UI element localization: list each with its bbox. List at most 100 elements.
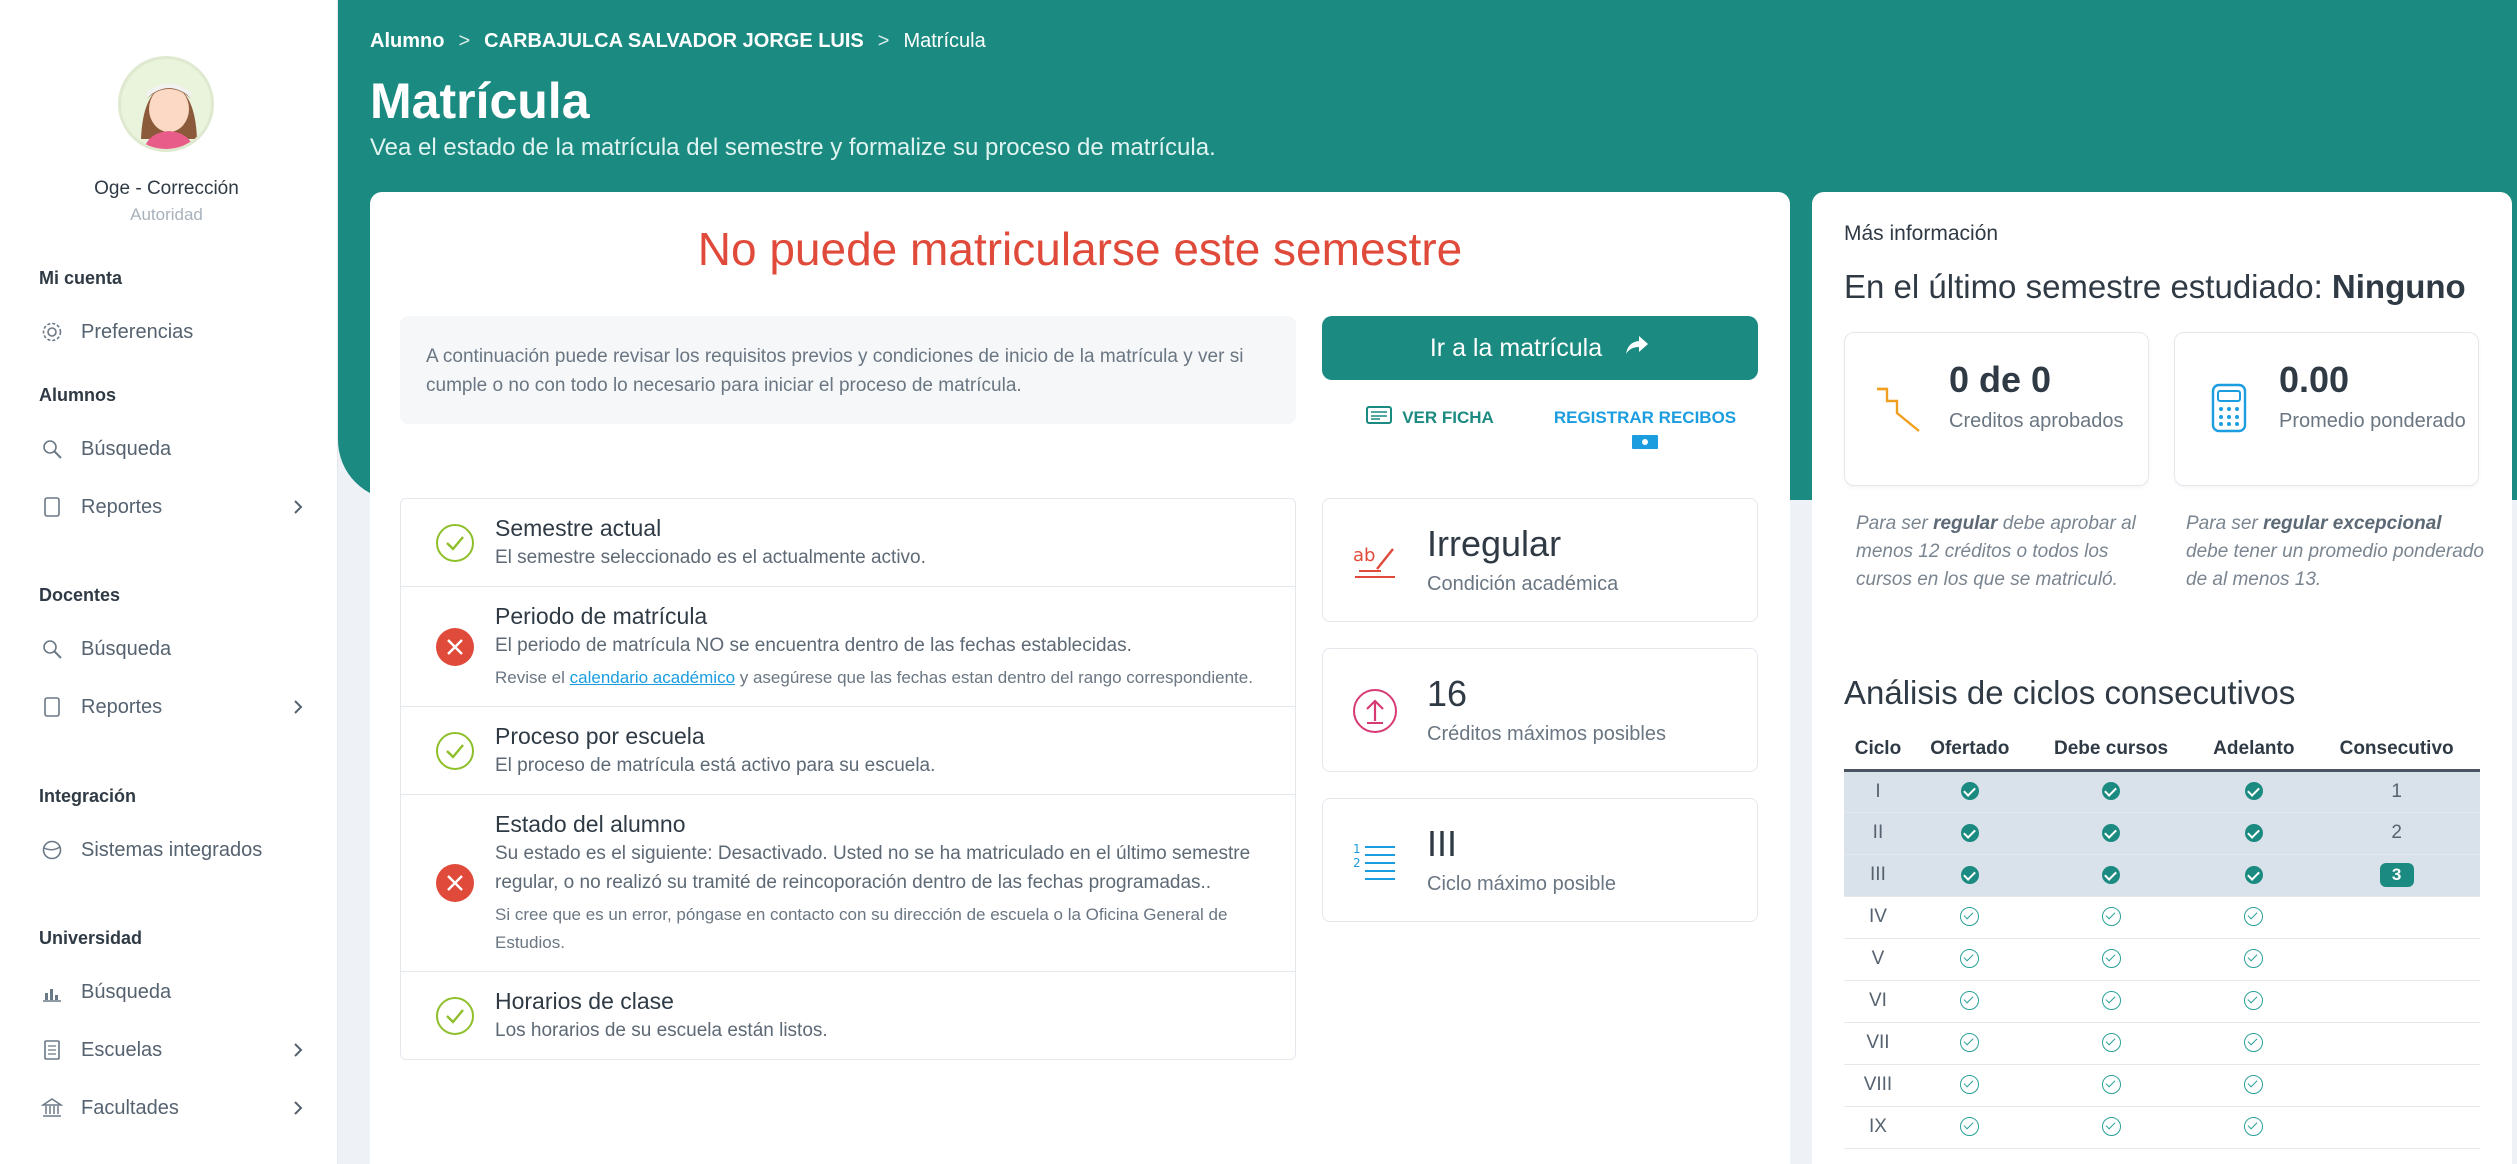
sidebar-item-label: Búsqueda (81, 980, 172, 1003)
cell-adelanto (2194, 770, 2314, 813)
check-filled-icon (1960, 782, 1979, 801)
sidebar-item-preferencias[interactable]: Preferencias (39, 314, 304, 350)
creditos-label: Creditos aprobados (1949, 410, 2124, 432)
ultimo-label: En el último semestre estudiado: (1844, 268, 2332, 305)
note-text: Revise el (495, 668, 570, 687)
check-filled-icon (1960, 865, 1979, 884)
stat-ciclo-maximo: 12 III Ciclo máximo posible (1322, 798, 1758, 922)
check-outline-icon (2244, 949, 2264, 969)
check-semestre-actual: Semestre actual El semestre seleccionado… (401, 499, 1295, 587)
check-periodo-matricula: Periodo de matrícula El periodo de matrí… (401, 587, 1295, 707)
section-alumnos: Alumnos (39, 385, 117, 405)
calendario-academico-link[interactable]: calendario académico (570, 668, 735, 687)
sidebar-item-sistemas-integrados[interactable]: Sistemas integrados (39, 832, 304, 868)
avatar[interactable] (118, 56, 214, 152)
sidebar-item-label: Facultades (81, 1096, 179, 1119)
stairs-icon (1873, 383, 1925, 435)
sidebar-item-docentes-reportes[interactable]: Reportes (39, 689, 304, 725)
chevron-right-icon: > (877, 30, 890, 52)
breadcrumb-alumno[interactable]: Alumno (370, 30, 444, 53)
sidebar-item-docentes-busqueda[interactable]: Búsqueda (39, 631, 304, 667)
check-desc: Los horarios de su escuela están listos. (495, 1020, 828, 1041)
stat-value: III (1427, 823, 1458, 864)
table-row: III 3 (1844, 854, 2480, 897)
cell-ciclo: V (1844, 938, 1912, 981)
arrow-up-circle-icon (1351, 687, 1399, 735)
sidebar-item-label: Escuelas (81, 1038, 163, 1061)
note-text: y asegúrese que las fechas estan dentro … (735, 668, 1253, 687)
cell-consecutivo (2313, 1064, 2480, 1107)
ultimo-semestre: En el último semestre estudiado: Ninguno (1844, 268, 2466, 306)
stat-condicion: ab Irregular Condición académica (1322, 498, 1758, 622)
cell-ciclo: VI (1844, 980, 1912, 1023)
check-title: Periodo de matrícula (495, 603, 708, 629)
promedio-box: 0.00 Promedio ponderado (2174, 332, 2479, 486)
cell-ofertado (1911, 938, 2028, 981)
note-excepcional: Para ser regular excepcional debe tener … (2186, 510, 2486, 594)
cell-ofertado (1911, 812, 2028, 855)
check-desc: El periodo de matrícula NO se encuentra … (495, 635, 1132, 656)
cell-consecutivo (2313, 980, 2480, 1023)
cell-adelanto (2194, 1106, 2314, 1149)
note-text: Para ser (1856, 513, 1934, 534)
breadcrumb-current: Matrícula (903, 30, 986, 52)
search-icon (39, 636, 65, 662)
table-row: V (1844, 938, 2480, 981)
page-title: Matrícula (370, 73, 590, 129)
cell-adelanto (2194, 980, 2314, 1023)
building-icon (39, 1037, 65, 1063)
stat-creditos-maximos: 16 Créditos máximos posibles (1322, 648, 1758, 772)
ver-ficha-link[interactable]: VER FICHA (1360, 404, 1500, 432)
svg-text:2: 2 (1353, 856, 1361, 870)
id-card-icon (1366, 405, 1393, 432)
cell-consecutivo: 3 (2313, 854, 2480, 897)
check-estado-alumno: Estado del alumno Su estado es el siguie… (401, 795, 1295, 972)
sidebar-item-escuelas[interactable]: Escuelas (39, 1032, 304, 1068)
registrar-recibos-link[interactable]: REGISTRAR RECIBOS (1530, 404, 1760, 458)
check-desc: El semestre seleccionado es el actualmen… (495, 547, 926, 568)
cell-ofertado (1911, 1106, 2028, 1149)
go-to-enrollment-button[interactable]: Ir a la matrícula (1322, 316, 1758, 380)
sidebar-item-label: Preferencias (81, 320, 194, 343)
gear-icon (39, 319, 65, 345)
enrollment-card: No puede matricularse este semestre A co… (370, 192, 1790, 1164)
table-row: IX (1844, 1106, 2480, 1149)
check-desc: Su estado es el siguiente: Desactivado. … (495, 843, 1251, 893)
sidebar-item-label: Sistemas integrados (81, 838, 263, 861)
cell-consecutivo (2313, 896, 2480, 939)
cell-adelanto (2194, 1022, 2314, 1065)
check-outline-icon (2101, 949, 2121, 969)
cell-ofertado (1911, 980, 2028, 1023)
stat-value: 16 (1427, 673, 1468, 714)
check-outline-icon (1960, 1117, 1980, 1137)
ciclos-table: Ciclo Ofertado Debe cursos Adelanto Cons… (1844, 730, 2480, 1149)
col-adelanto: Adelanto (2194, 730, 2314, 772)
check-outline-icon (1960, 949, 1980, 969)
table-row: VIII (1844, 1064, 2480, 1107)
check-outline-icon (2101, 991, 2121, 1011)
cell-debe-cursos (2027, 1106, 2195, 1149)
sidebar-item-alumnos-reportes[interactable]: Reportes (39, 489, 304, 525)
cell-ciclo: II (1844, 812, 1912, 855)
cell-adelanto (2194, 896, 2314, 939)
check-title: Estado del alumno (495, 811, 686, 837)
sidebar-item-label: Búsqueda (81, 637, 172, 660)
page-subtitle: Vea el estado de la matrícula del semest… (370, 134, 1216, 161)
chevron-right-icon (292, 497, 304, 523)
sidebar-item-alumnos-busqueda[interactable]: Búsqueda (39, 431, 304, 467)
check-circle-icon (435, 996, 475, 1036)
stat-value: Irregular (1427, 523, 1562, 564)
breadcrumb-student[interactable]: CARBAJULCA SALVADOR JORGE LUIS (484, 30, 864, 53)
cell-ciclo: VII (1844, 1022, 1912, 1065)
cell-consecutivo (2313, 938, 2480, 981)
ultimo-value: Ninguno (2331, 268, 2466, 305)
sidebar-item-universidad-busqueda[interactable]: Búsqueda (39, 974, 304, 1010)
check-desc: El proceso de matrícula está activo para… (495, 755, 936, 776)
check-outline-icon (2101, 1033, 2121, 1053)
bank-icon (39, 1095, 65, 1121)
sidebar-item-facultades[interactable]: Facultades (39, 1090, 304, 1126)
globe-icon (39, 837, 65, 863)
col-ciclo: Ciclo (1844, 730, 1912, 772)
consecutivo-badge: 3 (2379, 863, 2414, 887)
chevron-right-icon: > (458, 30, 471, 52)
